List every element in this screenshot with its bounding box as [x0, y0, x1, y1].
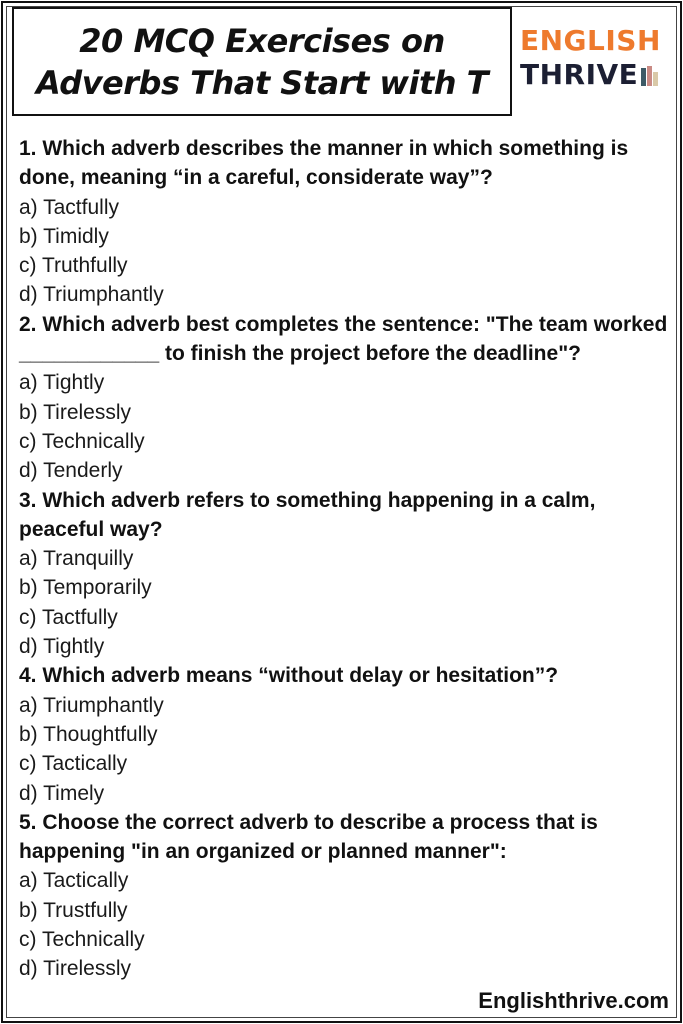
answer-option: a) Tactfully: [19, 195, 119, 219]
answer-option: b) Trustfully: [19, 898, 128, 922]
answer-option: a) Tranquilly: [19, 547, 134, 571]
question-block: 1. Which adverb describes the manner in …: [19, 134, 669, 310]
question-text: 4. Which adverb means “without delay or …: [19, 664, 559, 688]
answer-option: b) Temporarily: [19, 576, 152, 600]
answer-option: d) Tenderly: [19, 459, 123, 483]
answer-option: d) Timely: [19, 781, 105, 805]
question-text: 5. Choose the correct adverb to describe…: [19, 810, 598, 864]
answer-option: b) Thoughtfully: [19, 722, 158, 746]
question-block: 2. Which adverb best completes the sente…: [19, 310, 669, 486]
answer-option: d) Triumphantly: [19, 283, 164, 307]
question-block: 4. Which adverb means “without delay or …: [19, 661, 669, 807]
footer-site-url: Englishthrive.com: [478, 988, 669, 1013]
question-text: 2. Which adverb best completes the sente…: [19, 312, 668, 366]
answer-option: b) Tirelessly: [19, 400, 132, 424]
questions-list: 1. Which adverb describes the manner in …: [19, 134, 669, 984]
answer-option: a) Tightly: [19, 371, 105, 395]
question-text: 3. Which adverb refers to something happ…: [19, 488, 596, 541]
title-line-1: 20 MCQ Exercises on: [79, 21, 445, 60]
answer-option: c) Tactfully: [19, 605, 118, 629]
title-box: 20 MCQ Exercises on Adverbs That Start w…: [12, 7, 512, 116]
answer-option: d) Tightly: [19, 635, 105, 659]
answer-option: a) Tactically: [19, 869, 129, 893]
logo-text-english: ENGLISH: [520, 24, 661, 57]
answer-option: c) Technically: [19, 429, 145, 453]
books-icon: [641, 64, 659, 86]
answer-option: c) Technically: [19, 928, 145, 952]
logo-row-thrive: THRIVE: [520, 58, 670, 92]
question-block: 5. Choose the correct adverb to describe…: [19, 808, 669, 984]
answer-option: c) Tactically: [19, 752, 128, 776]
answer-option: c) Truthfully: [19, 254, 128, 278]
logo-text-thrive: THRIVE: [520, 58, 639, 91]
question-text: 1. Which adverb describes the manner in …: [19, 137, 629, 190]
question-block: 3. Which adverb refers to something happ…: [19, 486, 669, 662]
answer-option: b) Timidly: [19, 224, 109, 248]
title-line-2: Adverbs That Start with T: [36, 63, 489, 102]
answer-option: a) Triumphantly: [19, 693, 164, 717]
answer-option: d) Tirelessly: [19, 957, 132, 981]
brand-logo: ENGLISH THRIVE: [520, 24, 670, 104]
